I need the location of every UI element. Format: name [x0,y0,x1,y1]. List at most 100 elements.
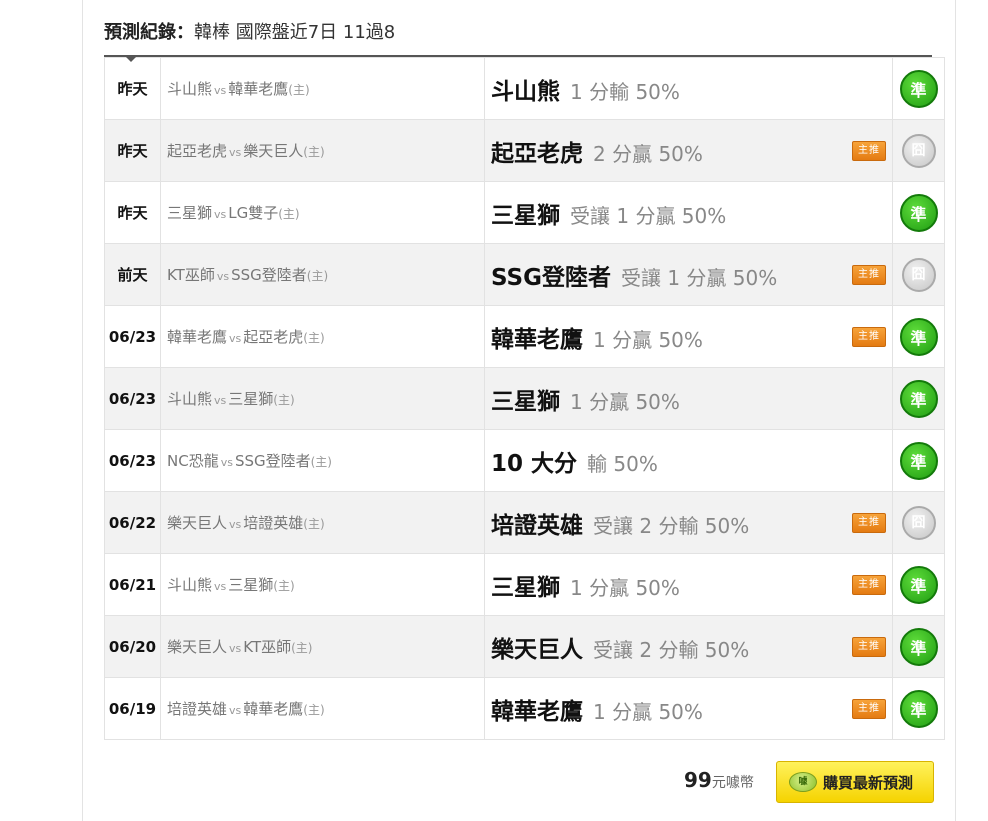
home-team: KT巫師 [243,638,292,656]
home-team: 樂天巨人 [243,142,304,160]
row-pick: 斗山熊 1 分輸 50% [484,57,893,120]
home-team: SSG登陸者 [231,266,307,284]
row-date: 06/21 [104,553,161,616]
row-result: 囧 [892,491,945,554]
pick-team: 斗山熊 [491,78,560,105]
result-correct-icon: 準 [899,441,938,480]
pick-detail: 1 分贏 50% [593,699,703,724]
row-pick: 韓華老鷹 1 分贏 50% 主推 [484,305,893,368]
home-marker: (主) [303,145,325,159]
featured-badge: 主推 [852,698,886,719]
row-result: 準 [892,615,945,678]
price-value: 99 [684,768,712,792]
buy-latest-prediction-button[interactable]: 噱 購買最新預測 [776,761,934,803]
row-date: 06/23 [104,367,161,430]
result-correct-icon: 準 [899,317,938,356]
table-row: 06/23 韓華老鷹 vs 起亞老虎(主) 韓華老鷹 1 分贏 50% 主推準 [104,305,945,368]
vs-label: vs [229,332,242,345]
row-date: 06/22 [104,491,161,554]
featured-badge: 主推 [852,140,886,161]
row-date: 06/23 [104,429,161,492]
result-correct-icon: 準 [899,69,938,108]
row-match: 起亞老虎 vs 樂天巨人(主) [160,119,485,182]
result-miss-icon: 囧 [901,505,936,540]
row-match: 培證英雄 vs 韓華老鷹(主) [160,677,485,740]
row-pick: 培證英雄 受讓 2 分輸 50% 主推 [484,491,893,554]
away-team: 斗山熊 [167,576,213,594]
featured-badge: 主推 [852,512,886,533]
home-team: SSG登陸者 [234,452,311,470]
home-team: 韓華老鷹 [228,80,289,98]
pick-team: 樂天巨人 [491,636,583,663]
result-correct-icon: 準 [899,627,938,666]
coin-icon: 噱 [789,772,817,792]
prediction-table: 昨天 斗山熊 vs 韓華老鷹(主) 斗山熊 1 分輸 50% 準昨天 起亞老虎 vs 樂天巨人(主… [104,57,945,740]
record-subtitle: 韓棒 國際盤近7日 11過8 [194,22,396,43]
row-pick: 三星獅 受讓 1 分贏 50% [484,181,893,244]
header-pointer-icon [125,56,137,62]
pick-team: 韓華老鷹 [491,326,583,353]
table-row: 昨天 起亞老虎 vs 樂天巨人(主) 起亞老虎 2 分贏 50% 主推囧 [104,119,945,182]
row-match: 樂天巨人 vs KT巫師(主) [160,615,485,678]
vs-label: vs [229,146,242,159]
pick-detail: 受讓 1 分贏 50% [570,203,727,228]
vs-label: vs [229,518,242,531]
buy-button-label: 購買最新預測 [823,773,914,792]
vs-label: vs [220,456,233,469]
row-pick: 韓華老鷹 1 分贏 50% 主推 [484,677,893,740]
record-title: 預測紀錄 [104,22,176,43]
row-result: 囧 [892,243,945,306]
away-team: 三星獅 [167,204,213,222]
row-result: 準 [892,305,945,368]
pick-team: 起亞老虎 [491,140,583,167]
home-marker: (主) [288,83,310,97]
away-team: 韓華老鷹 [167,328,228,346]
pick-detail: 1 分贏 50% [593,327,703,352]
result-correct-icon: 準 [899,379,938,418]
home-team: 三星獅 [228,390,274,408]
row-date: 昨天 [104,181,161,244]
row-match: 斗山熊 vs 三星獅(主) [160,553,485,616]
row-pick: 10 大分輸 50% [484,429,893,492]
row-result: 準 [892,367,945,430]
row-date: 前天 [104,243,161,306]
result-correct-icon: 準 [899,689,938,728]
home-team: 韓華老鷹 [243,700,304,718]
row-pick: 起亞老虎 2 分贏 50% 主推 [484,119,893,182]
pick-detail: 輸 50% [587,451,658,476]
row-match: 樂天巨人 vs 培證英雄(主) [160,491,485,554]
pick-team: 培證英雄 [491,512,583,539]
table-row: 06/20 樂天巨人 vs KT巫師(主) 樂天巨人 受讓 2 分輸 50% 主推準 [104,615,945,678]
vs-label: vs [229,704,242,717]
row-match: KT巫師 vs SSG登陸者(主) [160,243,485,306]
row-date: 昨天 [104,119,161,182]
pick-detail: 1 分贏 50% [570,389,680,414]
away-team: 樂天巨人 [167,514,228,532]
vs-label: vs [214,580,227,593]
home-team: 起亞老虎 [243,328,304,346]
row-result: 囧 [892,119,945,182]
pick-team: SSG登陸者 [491,264,611,291]
featured-badge: 主推 [852,264,886,285]
table-row: 昨天 三星獅 vs LG雙子(主) 三星獅 受讓 1 分贏 50% 準 [104,181,945,244]
pick-team: 三星獅 [491,202,560,229]
vs-label: vs [214,394,227,407]
price-unit: 元噱幣 [711,775,754,791]
pick-team: 三星獅 [491,388,560,415]
row-date: 昨天 [104,57,161,120]
table-row: 前天 KT巫師 vs SSG登陸者(主) SSG登陸者 受讓 1 分贏 50% 主推囧 [104,243,945,306]
table-row: 昨天 斗山熊 vs 韓華老鷹(主) 斗山熊 1 分輸 50% 準 [104,57,945,120]
price-label: 99元噱幣 [684,768,754,792]
home-marker: (主) [273,579,295,593]
row-pick: 樂天巨人 受讓 2 分輸 50% 主推 [484,615,893,678]
away-team: 培證英雄 [167,700,228,718]
pick-detail: 受讓 2 分輸 50% [593,637,750,662]
home-marker: (主) [278,207,300,221]
vs-label: vs [216,270,230,283]
row-result: 準 [892,429,945,492]
home-marker: (主) [303,703,325,717]
home-team: 培證英雄 [243,514,304,532]
featured-badge: 主推 [852,326,886,347]
vs-label: vs [214,84,227,97]
row-match: 斗山熊 vs 韓華老鷹(主) [160,57,485,120]
